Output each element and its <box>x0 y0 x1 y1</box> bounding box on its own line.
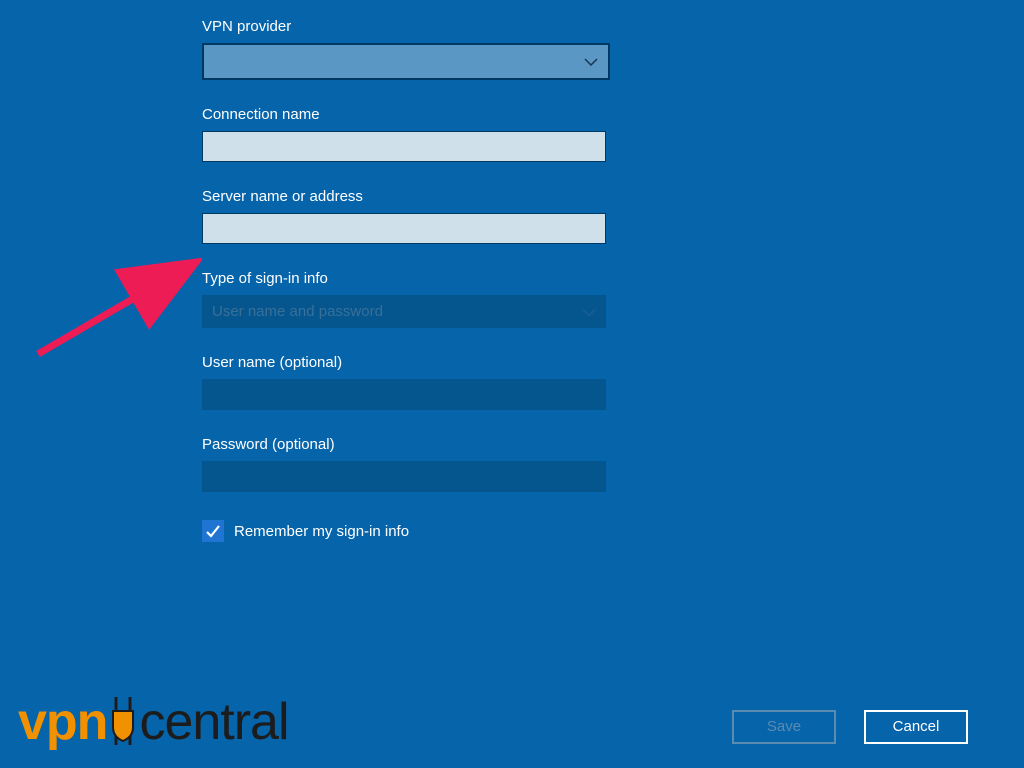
user-name-label: User name (optional) <box>202 354 606 371</box>
vpn-provider-select[interactable] <box>202 43 610 80</box>
server-address-label: Server name or address <box>202 188 606 205</box>
annotation-arrow <box>32 238 202 368</box>
vpn-provider-label: VPN provider <box>202 18 606 35</box>
signin-type-field: Type of sign-in info User name and passw… <box>202 270 606 328</box>
save-button: Save <box>732 710 836 744</box>
logo-text-vpn: vpn <box>18 692 107 752</box>
connection-name-field: Connection name <box>202 106 606 162</box>
cancel-button[interactable]: Cancel <box>864 710 968 744</box>
password-field: Password (optional) <box>202 436 606 492</box>
vpn-connection-form: VPN provider Connection name Server name… <box>202 18 606 542</box>
vpn-provider-field: VPN provider <box>202 18 606 80</box>
check-icon <box>205 523 221 539</box>
password-input <box>202 461 606 492</box>
signin-type-select: User name and password <box>202 295 606 328</box>
server-address-field: Server name or address <box>202 188 606 244</box>
dialog-footer: Save Cancel <box>732 710 968 744</box>
chevron-down-icon <box>584 53 598 71</box>
connection-name-input[interactable] <box>202 131 606 162</box>
remember-row: Remember my sign-in info <box>202 520 606 542</box>
logo-text-central: central <box>139 692 288 752</box>
remember-label: Remember my sign-in info <box>234 523 409 540</box>
remember-checkbox[interactable] <box>202 520 224 542</box>
password-label: Password (optional) <box>202 436 606 453</box>
server-address-input[interactable] <box>202 213 606 244</box>
vpncentral-logo: vpn central <box>18 691 289 752</box>
user-name-input <box>202 379 606 410</box>
signin-type-label: Type of sign-in info <box>202 270 606 287</box>
connection-name-label: Connection name <box>202 106 606 123</box>
signin-type-value: User name and password <box>212 303 383 320</box>
user-name-field: User name (optional) <box>202 354 606 410</box>
shield-icon <box>109 697 137 758</box>
chevron-down-icon <box>582 295 596 328</box>
